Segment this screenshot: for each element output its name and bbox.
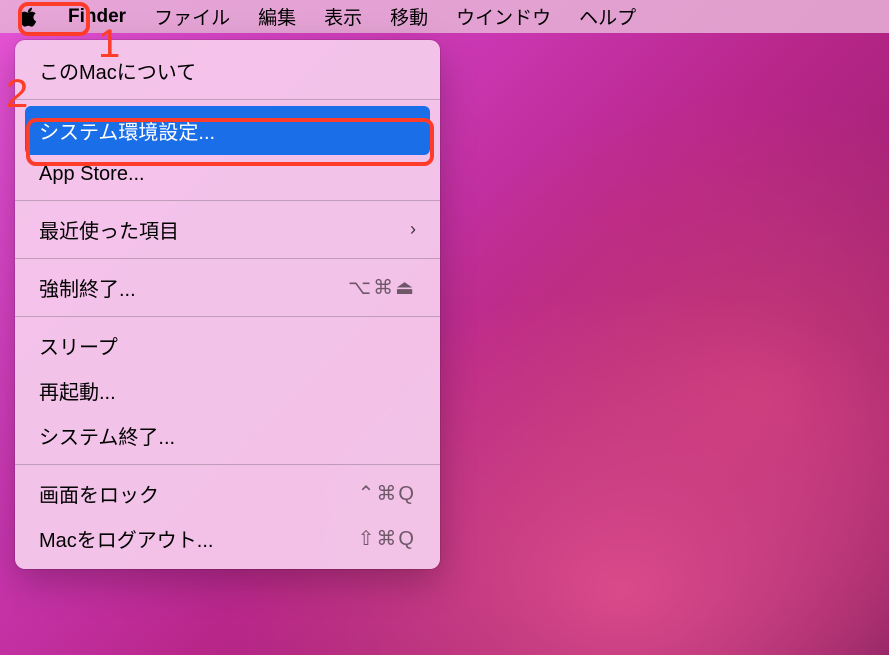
- menubar-item-window[interactable]: ウインドウ: [442, 0, 565, 34]
- menu-label: システム終了...: [39, 421, 175, 450]
- menu-label: このMacについて: [39, 56, 196, 85]
- menu-label: 強制終了...: [39, 273, 136, 302]
- menu-separator: [15, 464, 440, 465]
- menubar-item-view[interactable]: 表示: [310, 0, 376, 34]
- menubar-item-file[interactable]: ファイル: [140, 0, 244, 34]
- menu-separator: [15, 316, 440, 317]
- menu-logout[interactable]: Macをログアウト... ⇧⌘Q: [15, 516, 440, 561]
- menu-app-store[interactable]: App Store...: [15, 155, 440, 194]
- menubar-item-help[interactable]: ヘルプ: [565, 0, 650, 34]
- chevron-right-icon: ›: [410, 219, 416, 240]
- menu-shutdown[interactable]: システム終了...: [15, 413, 440, 458]
- menu-label: スリープ: [39, 331, 118, 360]
- keyboard-shortcut: ⇧⌘Q: [358, 526, 416, 551]
- menu-label: 最近使った項目: [39, 215, 179, 244]
- menu-label: App Store...: [39, 163, 145, 186]
- menu-sleep[interactable]: スリープ: [15, 323, 440, 368]
- menubar-item-edit[interactable]: 編集: [244, 0, 310, 34]
- menu-lock-screen[interactable]: 画面をロック ⌃⌘Q: [15, 471, 440, 516]
- menu-about-mac[interactable]: このMacについて: [15, 48, 440, 93]
- menu-label: 画面をロック: [39, 479, 159, 508]
- menu-label: システム環境設定...: [39, 116, 215, 145]
- menu-label: 再起動...: [39, 376, 116, 405]
- menu-separator: [15, 258, 440, 259]
- menubar: Finder ファイル 編集 表示 移動 ウインドウ ヘルプ: [0, 0, 889, 33]
- apple-menu[interactable]: [8, 3, 54, 31]
- menubar-item-go[interactable]: 移動: [376, 0, 442, 34]
- menu-separator: [15, 99, 440, 100]
- menubar-item-finder[interactable]: Finder: [54, 2, 140, 32]
- apple-menu-dropdown: このMacについて システム環境設定... App Store... 最近使った…: [15, 40, 440, 569]
- menu-label: Macをログアウト...: [39, 524, 213, 553]
- apple-icon: [18, 5, 38, 29]
- menu-restart[interactable]: 再起動...: [15, 368, 440, 413]
- menu-separator: [15, 200, 440, 201]
- menu-recent-items[interactable]: 最近使った項目 ›: [15, 207, 440, 252]
- menu-system-preferences[interactable]: システム環境設定...: [25, 106, 430, 155]
- menu-force-quit[interactable]: 強制終了... ⌥⌘⏏: [15, 265, 440, 310]
- keyboard-shortcut: ⌥⌘⏏: [348, 275, 416, 300]
- keyboard-shortcut: ⌃⌘Q: [358, 481, 416, 506]
